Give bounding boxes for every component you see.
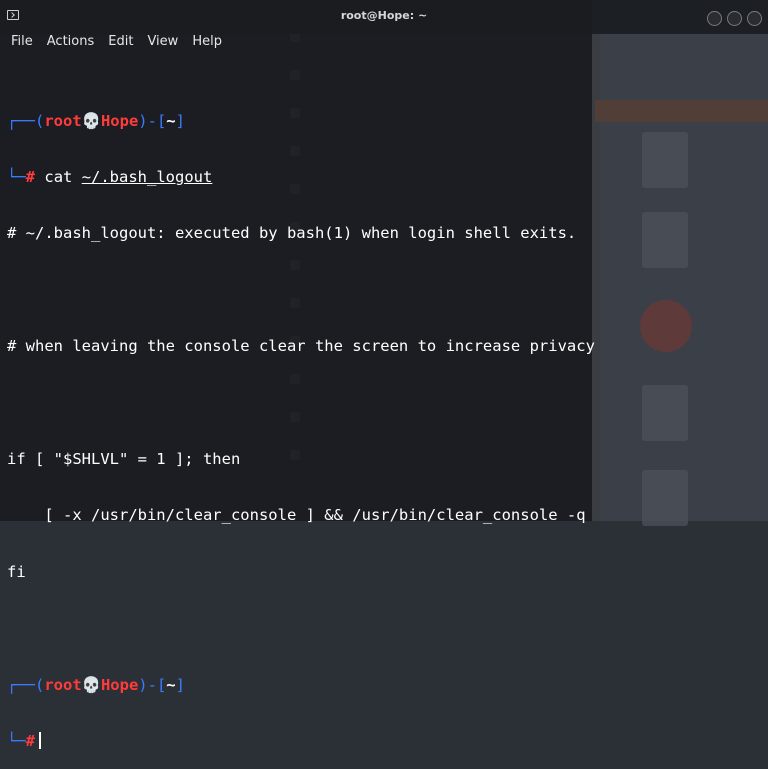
command-line-2[interactable]: └─# — [7, 731, 595, 751]
text-cursor — [39, 731, 42, 749]
prompt-line-2: ┌──(root💀Hope)-[~] — [7, 675, 185, 694]
menu-help[interactable]: Help — [192, 34, 222, 52]
background-highlight-bar — [595, 100, 768, 122]
maximize-button[interactable] — [727, 11, 742, 26]
menu-view[interactable]: View — [147, 34, 178, 52]
desktop-app-icon — [640, 300, 692, 352]
menu-file[interactable]: File — [11, 34, 33, 52]
window-title: root@Hope: ~ — [340, 9, 428, 22]
prompt-line-1: ┌──(root💀Hope)-[~] — [7, 111, 185, 130]
title-bar[interactable]: root@Hope: ~ — [0, 0, 768, 34]
output-line: # ~/.bash_logout: executed by bash(1) wh… — [7, 224, 577, 243]
terminal-output[interactable]: ┌──(root💀Hope)-[~] └─# cat ~/.bash_logou… — [7, 74, 595, 769]
command-line-1: └─# cat ~/.bash_logout — [7, 167, 213, 186]
close-button[interactable] — [747, 11, 762, 26]
skull-icon: 💀 — [81, 675, 101, 694]
command-text: cat ~/.bash_logout — [44, 167, 213, 186]
skull-icon: 💀 — [81, 111, 101, 130]
output-line: if [ "$SHLVL" = 1 ]; then — [7, 449, 241, 468]
desktop-history-file-icon — [642, 385, 688, 441]
desktop-file-icon-2 — [642, 470, 688, 526]
desktop-file-icon — [642, 212, 688, 268]
output-line: [ -x /usr/bin/clear_console ] && /usr/bi… — [7, 506, 586, 525]
menu-actions[interactable]: Actions — [47, 34, 95, 52]
menu-bar: File Actions Edit View Help — [0, 34, 603, 52]
output-line: # when leaving the console clear the scr… — [7, 337, 595, 356]
menu-edit[interactable]: Edit — [108, 34, 133, 52]
desktop-video-icon — [642, 132, 688, 188]
minimize-button[interactable] — [707, 11, 722, 26]
output-line: fi — [7, 562, 26, 581]
